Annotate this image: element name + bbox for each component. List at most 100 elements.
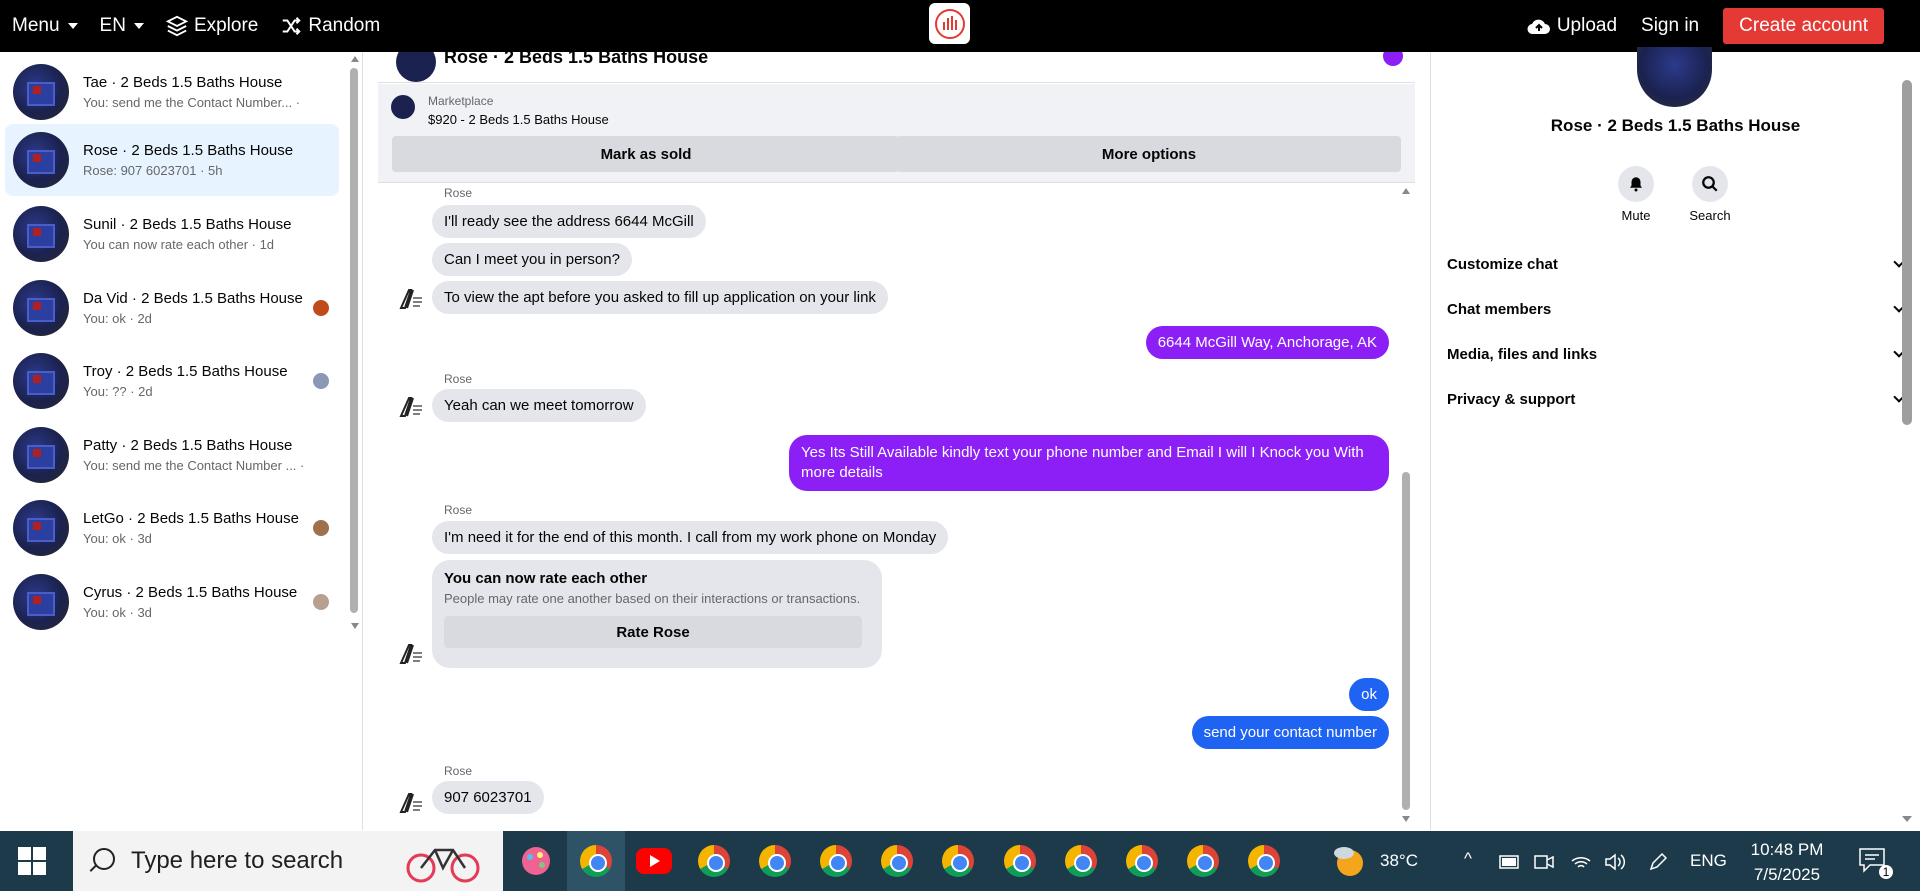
chrome-icon[interactable]: [820, 845, 852, 877]
chat-info-title: Rose · 2 Beds 1.5 Baths House: [1550, 116, 1801, 135]
listing-price-title: $920 - 2 Beds 1.5 Baths House: [428, 112, 609, 127]
sender-avatar-icon: [396, 789, 424, 817]
input-language[interactable]: ENG: [1690, 851, 1727, 871]
shuffle-icon: [283, 17, 302, 35]
language-dropdown[interactable]: EN: [100, 15, 144, 37]
customize-chat-row[interactable]: Customize chat: [1447, 250, 1907, 278]
volume-icon[interactable]: [1604, 853, 1626, 871]
incoming-message: I'll ready see the address 6644 McGill: [432, 205, 706, 238]
conversation-item[interactable]: Troy · 2 Beds 1.5 Baths House You: ?? · …: [5, 345, 339, 417]
mute-button[interactable]: Mute: [1606, 166, 1666, 223]
conversation-item[interactable]: Cyrus · 2 Beds 1.5 Baths House You: ok ·…: [5, 566, 339, 638]
media-files-links-row[interactable]: Media, files and links: [1447, 340, 1907, 368]
conversation-item[interactable]: Patty · 2 Beds 1.5 Baths House You: send…: [5, 419, 339, 491]
chrome-icon[interactable]: [698, 845, 730, 877]
chrome-icon[interactable]: [580, 845, 612, 877]
menu-dropdown[interactable]: Menu: [12, 15, 78, 37]
conversation-title: Sunil · 2 Beds 1.5 Baths House: [83, 216, 292, 233]
conversation-list-scrollbar[interactable]: [350, 68, 358, 613]
info-icon[interactable]: [1383, 52, 1403, 66]
upload-label: Upload: [1556, 15, 1618, 36]
conversation-title: Cyrus · 2 Beds 1.5 Baths House: [83, 584, 298, 601]
youtube-icon[interactable]: [636, 848, 672, 874]
conversation-item[interactable]: LetGo · 2 Beds 1.5 Baths House You: ok ·…: [5, 492, 339, 564]
sender-name: Rose: [444, 186, 473, 200]
chrome-icon[interactable]: [1187, 845, 1219, 877]
chat-info-panel: Rose · 2 Beds 1.5 Baths House Mute Searc…: [1431, 47, 1920, 830]
clock-time: 10:48 PM: [1750, 840, 1824, 859]
pen-icon[interactable]: [1648, 852, 1668, 872]
top-navbar: Menu EN Explore Random Upload Sign in Cr…: [0, 0, 1920, 52]
chrome-icon[interactable]: [1126, 845, 1158, 877]
incoming-message: 907 6023701: [432, 781, 544, 814]
temperature[interactable]: 38°C: [1380, 851, 1418, 871]
conversation-item[interactable]: Tae · 2 Beds 1.5 Baths House You: send m…: [5, 56, 339, 128]
sender-name: Rose: [444, 764, 473, 778]
sender-name: Rose: [444, 372, 473, 386]
rate-card-subtitle: People may rate one another based on the…: [444, 591, 861, 606]
notification-badge: 1: [1879, 865, 1893, 879]
logo-mark: [934, 8, 965, 39]
random-label: Random: [308, 15, 381, 36]
upload-button[interactable]: Upload: [1527, 15, 1617, 37]
scroll-up-arrow[interactable]: [1402, 188, 1410, 194]
chrome-icon[interactable]: [759, 845, 791, 877]
windows-start-icon[interactable]: [18, 847, 46, 875]
system-clock[interactable]: 10:48 PM 7/5/2025: [1742, 837, 1832, 887]
wifi-icon[interactable]: [1570, 853, 1592, 871]
read-receipt-avatar: [313, 300, 329, 316]
site-logo[interactable]: [929, 3, 970, 44]
random-link[interactable]: Random: [280, 15, 380, 37]
chat-header-title: Rose · 2 Beds 1.5 Baths House: [444, 52, 709, 67]
chrome-icon[interactable]: [1004, 845, 1036, 877]
chevron-up-icon[interactable]: ^: [1464, 849, 1472, 869]
conversation-item[interactable]: Sunil · 2 Beds 1.5 Baths House You can n…: [5, 198, 339, 270]
page-scrollbar[interactable]: [1902, 80, 1912, 425]
conversation-item-active[interactable]: Rose · 2 Beds 1.5 Baths House Rose: 907 …: [5, 124, 339, 196]
paint-app-icon[interactable]: [518, 843, 554, 879]
conversation-snippet: You: ok · 2d: [83, 311, 152, 326]
divider: [362, 52, 363, 830]
create-account-button[interactable]: Create account: [1723, 8, 1884, 44]
conversation-item[interactable]: Da Vid · 2 Beds 1.5 Baths House You: ok …: [5, 272, 339, 344]
clock-date: 7/5/2025: [1753, 865, 1821, 884]
taskbar-search-box[interactable]: Type here to search: [73, 831, 503, 891]
scroll-down-arrow[interactable]: [351, 623, 359, 629]
weather-moon-cloud-icon[interactable]: [1330, 841, 1370, 881]
chrome-icon[interactable]: [1065, 845, 1097, 877]
chat-scrollbar[interactable]: [1402, 472, 1410, 810]
mark-as-sold-button[interactable]: Mark as sold: [392, 136, 900, 172]
outgoing-message: send your contact number: [1191, 716, 1389, 749]
menu-label: Menu: [12, 15, 60, 36]
conversation-snippet: Rose: 907 6023701 · 5h: [83, 163, 223, 178]
rate-each-other-card: You can now rate each other People may r…: [432, 560, 882, 668]
bell-icon: [1618, 166, 1654, 202]
search-in-chat-button[interactable]: Search: [1680, 166, 1740, 223]
chrome-icon[interactable]: [881, 845, 913, 877]
conversation-title: Troy · 2 Beds 1.5 Baths House: [83, 363, 288, 380]
conversation-snippet: You can now rate each other · 1d: [83, 237, 275, 252]
conversation-text: Rose · 2 Beds 1.5 Baths House Rose: 907 …: [83, 142, 303, 178]
privacy-support-row[interactable]: Privacy & support: [1447, 385, 1907, 413]
scroll-down-arrow[interactable]: [1402, 816, 1410, 822]
incoming-message: I'm need it for the end of this month. I…: [432, 521, 949, 554]
more-options-button[interactable]: More options: [897, 136, 1401, 172]
scroll-up-arrow[interactable]: [351, 56, 359, 62]
conversation-text: Tae · 2 Beds 1.5 Baths House You: send m…: [83, 74, 303, 110]
chrome-icon[interactable]: [942, 845, 974, 877]
message-thread: Rose I'll ready see the address 6644 McG…: [378, 184, 1415, 830]
rate-rose-button[interactable]: Rate Rose: [444, 616, 862, 648]
avatar: [1637, 47, 1712, 107]
battery-icon[interactable]: [1499, 855, 1521, 869]
meet-now-icon[interactable]: [1534, 853, 1554, 871]
outgoing-message: 6644 McGill Way, Anchorage, AK: [1145, 326, 1389, 359]
mute-label: Mute: [1621, 208, 1651, 223]
taskbar-search-placeholder: Type here to search: [131, 847, 344, 874]
conversation-title: Tae · 2 Beds 1.5 Baths House: [83, 74, 283, 91]
explore-link[interactable]: Explore: [165, 15, 258, 37]
read-receipt-avatar: [313, 520, 329, 536]
chat-members-row[interactable]: Chat members: [1447, 295, 1907, 323]
scroll-down-arrow[interactable]: [1902, 816, 1912, 822]
signin-link[interactable]: Sign in: [1641, 15, 1699, 37]
chrome-icon[interactable]: [1248, 845, 1280, 877]
